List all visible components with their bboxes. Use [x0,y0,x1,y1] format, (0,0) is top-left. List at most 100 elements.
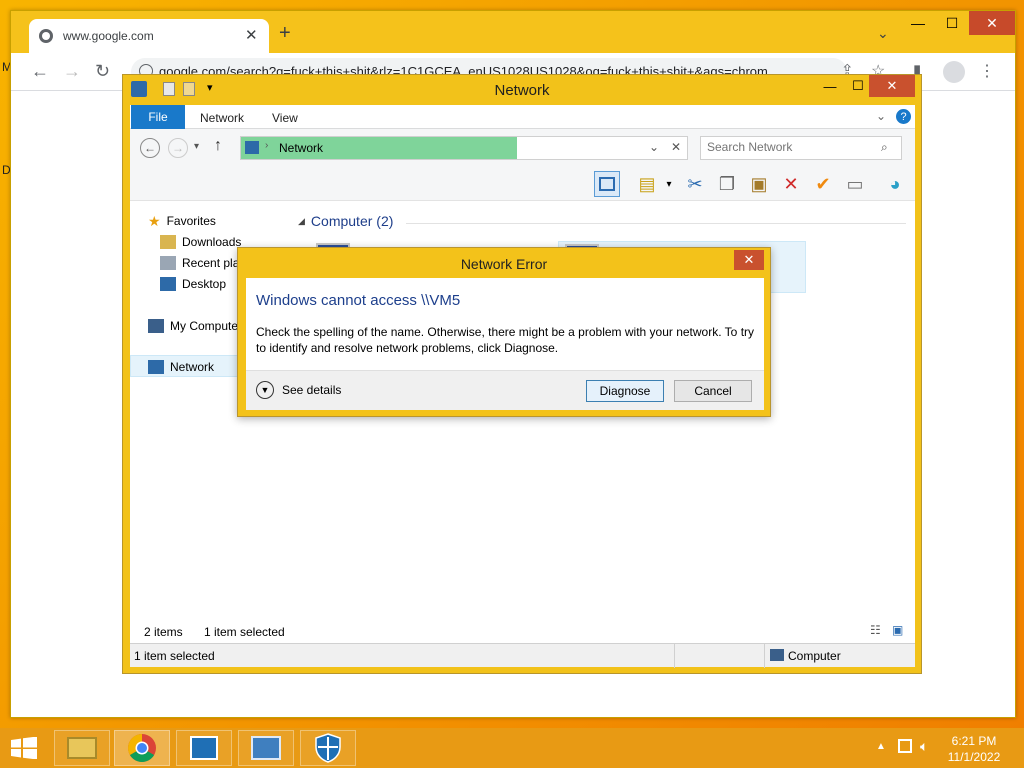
sidebar-item-desktop[interactable]: Desktop [160,274,226,294]
close-icon[interactable]: ✕ [734,250,764,270]
checkmark-icon[interactable]: ✔ [810,171,836,197]
close-icon[interactable]: ✕ [245,26,258,44]
ribbon-tabs: File Network View ⌄ ? [130,105,915,129]
forward-icon[interactable]: → [168,138,188,158]
browser-tab-title: www.google.com [63,29,154,43]
dialog-message: Check the spelling of the name. Otherwis… [256,325,755,355]
search-icon[interactable]: ⌕ [881,140,888,155]
tab-network[interactable]: Network [200,111,244,125]
network-tray-icon[interactable] [898,739,912,753]
chevron-down-icon[interactable]: ⌄ [649,140,659,154]
diagnose-button[interactable]: Diagnose [586,380,664,402]
reload-icon[interactable]: ↻ [95,61,110,82]
more-icon[interactable]: ⋮ [979,61,995,81]
address-bar[interactable]: › Network ⌄ ✕ [240,136,688,160]
explorer-titlebar: ▾ Network — ☐ ✕ [123,75,921,105]
sidebar-item-favorites[interactable]: ★ Favorites [148,211,216,231]
breadcrumb[interactable]: Network [279,141,323,155]
folder-icon [67,737,97,759]
selection-count: 1 item selected [204,625,285,639]
shield-icon [315,733,341,763]
computer-icon [770,649,784,661]
rename-icon[interactable]: ▭ [842,171,868,197]
sidebar-item-recent-places[interactable]: Recent pla [160,253,239,273]
item-count: 2 items [144,625,183,639]
close-icon[interactable]: ✕ [869,75,915,97]
recent-locations-icon[interactable]: ▾ [194,141,199,152]
chevron-down-icon[interactable]: ▾ [656,171,682,197]
tab-view[interactable]: View [272,111,298,125]
dialog-footer: ▼ See details Diagnose Cancel [246,370,764,410]
sidebar-item-label: Recent pla [182,256,240,270]
sidebar-item-downloads[interactable]: Downloads [160,232,241,252]
show-hidden-icons-icon[interactable]: ▲ [876,741,886,752]
sidebar-item-label: My Compute [170,319,239,333]
status-bar: 1 item selected Computer [130,643,915,668]
search-field[interactable]: ⌕ [700,136,902,160]
chevron-down-icon[interactable]: ⌄ [876,109,886,123]
server-manager-icon [251,736,281,760]
folder-icon [160,235,176,249]
taskbar-chrome[interactable] [114,730,170,766]
command-toolbar: ▤ ▾ ✂ ❐ ▣ ✕ ✔ ▭ ◕ [130,167,915,201]
help-icon[interactable]: ? [896,109,911,124]
close-icon[interactable]: ✕ [969,11,1015,35]
back-icon[interactable]: ← [31,61,49,82]
search-input[interactable] [707,140,877,154]
expand-details-icon[interactable]: ▼ [256,381,274,399]
sidebar-item-network[interactable]: Network [148,357,214,377]
profile-avatar[interactable] [943,61,965,83]
windows-logo-icon [11,736,37,760]
volume-icon[interactable]: 🔈︎ [920,738,928,755]
clock-time[interactable]: 6:21 PM [944,734,1004,748]
window-title: Network [494,82,550,99]
minimize-icon[interactable]: — [901,11,935,35]
desktop-icon [160,277,176,291]
star-icon: ★ [148,212,161,229]
forward-icon[interactable]: → [63,61,81,82]
dialog-body: Windows cannot access \\VM5 Check the sp… [246,278,764,410]
sidebar-item-my-computer[interactable]: My Compute [148,316,238,336]
divider [764,644,765,668]
start-button[interactable] [10,736,38,760]
recent-places-icon [160,256,176,270]
tab-file[interactable]: File [131,105,185,129]
collapse-icon: ◢ [298,215,305,226]
divider [406,223,906,224]
network-icon [148,360,164,374]
dialog-title: Network Error [460,256,548,272]
paste-icon[interactable]: ▣ [746,171,772,197]
cancel-button[interactable]: Cancel [674,380,752,402]
back-icon[interactable]: ← [140,138,160,158]
breadcrumb-separator-icon: › [265,140,269,151]
preview-pane-icon[interactable] [594,171,620,197]
chevron-down-icon[interactable]: ⌄ [877,25,889,42]
sidebar-item-label: Favorites [166,214,216,228]
delete-icon[interactable]: ✕ [778,171,804,197]
group-header[interactable]: ◢ Computer (2) [298,213,393,229]
taskbar: ▲ 🔈︎ 6:21 PM 11/1/2022 [0,728,1024,768]
taskbar-image-viewer[interactable] [176,730,232,766]
network-error-dialog: Network Error ✕ Windows cannot access \\… [237,247,771,417]
browser-tabstrip: www.google.com ✕ + ⌄ — ☐ ✕ [11,11,1015,53]
group-header-label: Computer (2) [310,213,394,229]
close-icon[interactable]: ✕ [671,140,681,154]
globe-icon [39,29,53,43]
taskbar-security[interactable] [300,730,356,766]
clock-date[interactable]: 11/1/2022 [944,750,1004,764]
new-tab-icon[interactable]: + [279,23,291,43]
details-view-icon[interactable]: ☷ [870,623,881,637]
cut-icon[interactable]: ✂ [682,171,708,197]
network-globe-icon[interactable]: ◕ [882,171,908,197]
copy-icon[interactable]: ❐ [714,171,740,197]
sidebar-item-label: Network [170,360,215,374]
browser-tab[interactable]: www.google.com ✕ [29,19,269,53]
item-count-bar: 2 items 1 item selected ☷ ▣ [130,619,915,643]
see-details-link[interactable]: See details [282,383,341,397]
large-icons-view-icon[interactable]: ▣ [892,623,903,637]
taskbar-file-explorer[interactable] [54,730,110,766]
up-arrow-icon[interactable]: ↑ [214,137,222,155]
divider [674,644,675,668]
maximize-icon[interactable]: ☐ [935,11,969,35]
taskbar-server-manager[interactable] [238,730,294,766]
